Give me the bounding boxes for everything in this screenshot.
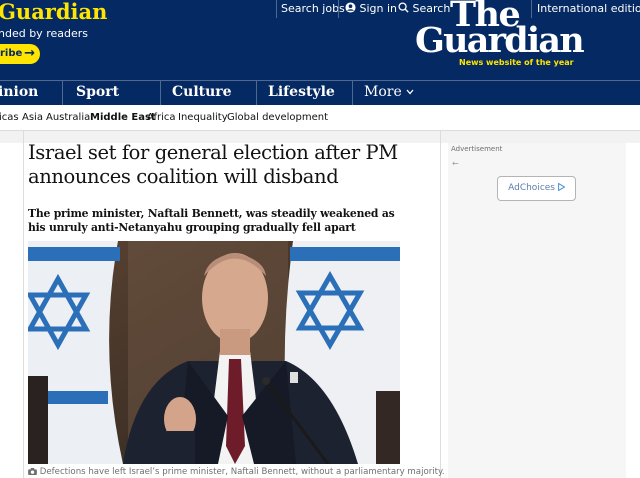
user-icon xyxy=(345,2,356,13)
logo-guardian[interactable]: Guardian xyxy=(415,20,585,61)
subnav-item-africa[interactable]: Africa xyxy=(147,112,176,123)
edition-picker[interactable]: International edition xyxy=(537,1,640,17)
camera-icon xyxy=(28,468,37,475)
support-message-subtitle: nded by readers xyxy=(0,27,88,40)
subnav-item-asia[interactable]: Asia xyxy=(22,112,43,123)
subnav-item-inequality[interactable]: Inequality xyxy=(178,112,228,123)
adchoices-icon xyxy=(557,182,566,192)
back-arrow-icon[interactable]: ← xyxy=(452,159,459,168)
nav-divider xyxy=(160,81,161,105)
nav-item-opinion[interactable]: inion xyxy=(0,84,38,100)
nav-item-sport[interactable]: Sport xyxy=(76,84,119,100)
adchoices-button[interactable]: AdChoices xyxy=(497,176,576,201)
article-headline: Israel set for general election after PM… xyxy=(28,141,398,188)
subnav-item-australia[interactable]: Australia xyxy=(46,112,90,123)
edition-label: International edition xyxy=(537,2,640,15)
nav-item-lifestyle[interactable]: Lifestyle xyxy=(268,84,335,100)
masthead: Guardian nded by readers ribe → Search j… xyxy=(0,0,640,80)
nav-item-more[interactable]: More xyxy=(364,84,414,100)
header-divider xyxy=(531,0,532,18)
nav-divider xyxy=(352,81,353,105)
search-label: Search xyxy=(412,2,451,15)
chevron-down-icon xyxy=(406,89,414,95)
article-standfirst: The prime minister, Naftali Bennett, was… xyxy=(28,207,395,234)
nav-item-culture[interactable]: Culture xyxy=(172,84,232,100)
article-photo-illustration xyxy=(28,241,400,464)
search-icon xyxy=(398,2,409,13)
subnav-item-middle-east[interactable]: Middle East xyxy=(90,112,156,123)
arrow-right-icon: → xyxy=(24,46,35,61)
search-link[interactable]: Search xyxy=(398,1,450,17)
nav-more-label: More xyxy=(364,84,402,100)
column-rule xyxy=(440,131,441,478)
search-jobs-link[interactable]: Search jobs xyxy=(281,1,345,17)
adchoices-label: AdChoices xyxy=(508,183,555,193)
subnav-item-global-development[interactable]: Global development xyxy=(227,112,328,123)
nav-divider xyxy=(62,81,63,105)
pillar-nav: inion Sport Culture Lifestyle More xyxy=(0,80,640,105)
header-divider xyxy=(338,0,339,18)
advertisement-label: Advertisement xyxy=(451,145,503,153)
column-rule xyxy=(23,131,24,478)
subnav-item-americas[interactable]: icas xyxy=(0,112,19,123)
image-caption-text: Defections have left Israel’s prime mini… xyxy=(39,467,445,477)
sign-in-link[interactable]: Sign in xyxy=(345,1,397,17)
subscribe-button-label: ribe xyxy=(0,48,23,59)
support-message-title: Guardian xyxy=(0,0,108,24)
article-main-image xyxy=(28,241,400,464)
sign-in-label: Sign in xyxy=(359,2,398,15)
logo-tagline: News website of the year xyxy=(459,58,574,67)
sub-nav: icas Asia Australia Middle East Africa I… xyxy=(0,105,640,131)
nav-divider xyxy=(256,81,257,105)
advertisement-slot: Advertisement ← AdChoices xyxy=(448,143,626,478)
subscribe-button[interactable]: ribe → xyxy=(0,44,40,64)
header-divider xyxy=(276,0,277,18)
image-caption: Defections have left Israel’s prime mini… xyxy=(28,467,445,477)
